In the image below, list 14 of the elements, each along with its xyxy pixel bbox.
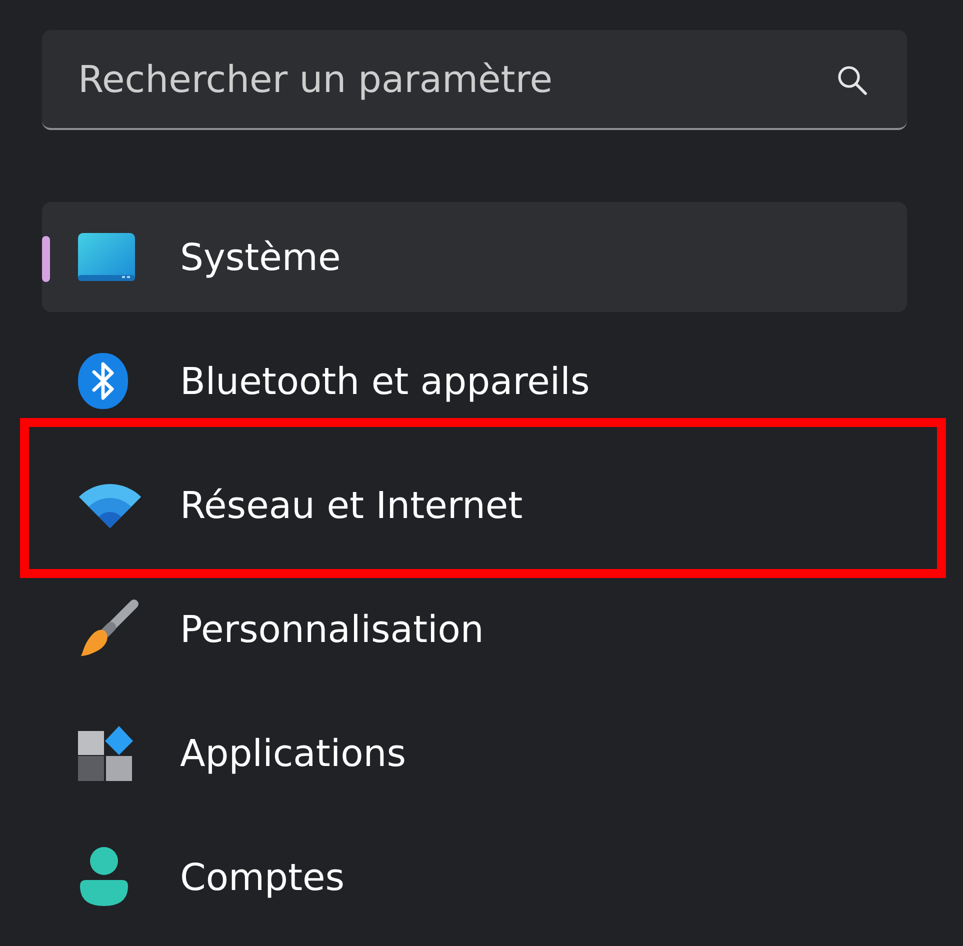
- nav-item[interactable]: Bluetooth et appareils: [42, 326, 907, 436]
- search-field[interactable]: Rechercher un paramètre: [42, 30, 907, 130]
- selection-indicator: [42, 236, 50, 282]
- apps-grid-icon: [78, 725, 134, 781]
- search-icon: [837, 65, 867, 95]
- nav-item[interactable]: Comptes: [42, 822, 907, 932]
- bluetooth-icon: [78, 353, 128, 409]
- nav-item[interactable]: Personnalisation: [42, 574, 907, 684]
- nav-item[interactable]: Applications: [42, 698, 907, 808]
- monitor-icon: [78, 233, 135, 281]
- wifi-icon: [78, 482, 142, 528]
- nav-item[interactable]: Système: [42, 202, 907, 312]
- nav-item[interactable]: Réseau et Internet: [42, 450, 907, 560]
- person-icon: [78, 846, 130, 908]
